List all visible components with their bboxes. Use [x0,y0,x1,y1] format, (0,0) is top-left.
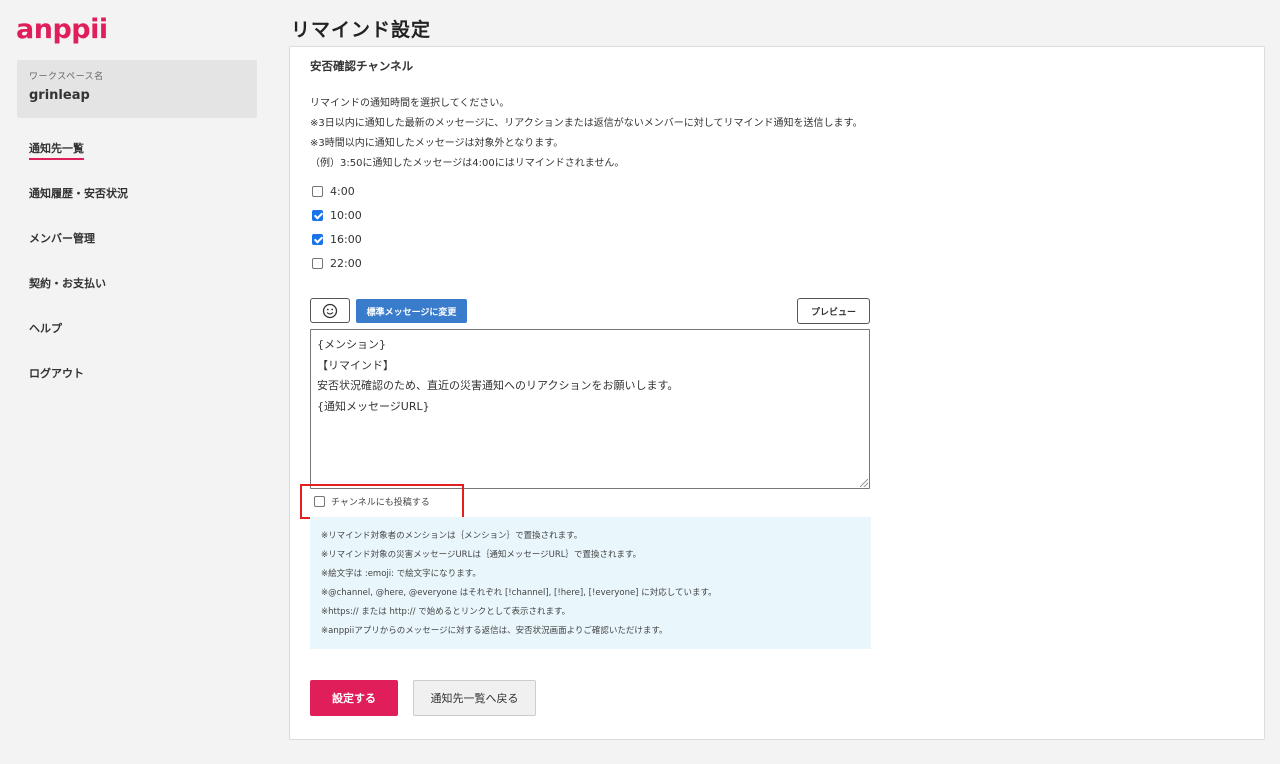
workspace-label: ワークスペース名 [29,72,104,82]
workspace-name: grinleap [29,88,90,103]
sidebar-item-member-management[interactable]: メンバー管理 [29,230,95,246]
description-line: リマインドの通知時間を選択してください。 [310,98,510,109]
message-line: {メンション} [317,338,386,351]
description-line: ※3日以内に通知した最新のメッセージに、リアクションまたは返信がないメンバーに対… [310,118,863,129]
description: リマインドの通知時間を選択してください。 ※3日以内に通知した最新のメッセージに… [310,94,862,174]
time-option-4[interactable]: 4:00 [312,185,355,198]
time-checkbox-22[interactable] [312,258,323,269]
sidebar-item-notification-history[interactable]: 通知履歴・安否状況 [29,185,128,201]
emoji-button[interactable] [310,298,350,323]
post-to-channel-label: チャンネルにも投稿する [331,498,430,508]
note-line: ※リマインド対象の災害メッセージURLは｛通知メッセージURL｝で置換されます。 [321,550,642,560]
time-checkbox-16[interactable] [312,234,323,245]
post-to-channel-option[interactable]: チャンネルにも投稿する [300,484,464,519]
time-option-10[interactable]: 10:00 [312,209,362,222]
time-option-16[interactable]: 16:00 [312,233,362,246]
sidebar-item-contract-payment[interactable]: 契約・お支払い [29,275,106,291]
note-line: ※絵文字は :emoji: で絵文字になります。 [321,569,481,579]
note-line: ※@channel, @here, @everyone はそれぞれ [!chan… [321,588,717,598]
resize-handle[interactable] [860,479,868,487]
time-option-22[interactable]: 22:00 [312,257,362,270]
message-line: 【リマインド】 [317,358,394,372]
message-textarea[interactable]: {メンション} 【リマインド】 安否状況確認のため、直近の災害通知へのリアクショ… [310,329,870,489]
description-line: （例）3:50に通知したメッセージは4:00にはリマインドされません。 [310,158,625,169]
sidebar-item-notification-targets[interactable]: 通知先一覧 [29,140,84,160]
sidebar-item-help[interactable]: ヘルプ [29,320,62,336]
time-checkbox-4[interactable] [312,186,323,197]
post-to-channel-checkbox[interactable] [314,496,325,507]
notes-box: ※リマインド対象者のメンションは｛メンション｝で置換されます。 ※リマインド対象… [310,517,871,649]
submit-button[interactable]: 設定する [310,680,398,716]
standard-message-button[interactable]: 標準メッセージに変更 [356,299,467,323]
note-line: ※anppiiアプリからのメッセージに対する返信は、安否状況画面よりご確認いただ… [321,626,668,636]
app-logo[interactable]: anppii [16,14,108,45]
sidebar-item-logout[interactable]: ログアウト [29,365,84,381]
time-checkbox-10[interactable] [312,210,323,221]
note-line: ※リマインド対象者のメンションは｛メンション｝で置換されます。 [321,531,583,541]
message-line: 安否状況確認のため、直近の災害通知へのリアクションをお願いします。 [317,379,679,392]
page-title: リマインド設定 [291,19,432,41]
time-label: 4:00 [330,185,355,198]
note-line: ※https:// または http:// で始めるとリンクとして表示されます。 [321,607,571,617]
back-button[interactable]: 通知先一覧へ戻る [413,680,536,716]
preview-button[interactable]: プレビュー [797,298,870,324]
time-label: 16:00 [330,233,362,246]
smiley-icon [322,303,338,318]
time-label: 22:00 [330,257,362,270]
settings-card: 安否確認チャンネル リマインドの通知時間を選択してください。 ※3日以内に通知し… [289,46,1265,740]
message-line: {通知メッセージURL} [317,399,430,413]
workspace-panel: ワークスペース名 grinleap [17,60,257,118]
description-line: ※3時間以内に通知したメッセージは対象外となります。 [310,138,564,149]
time-label: 10:00 [330,209,362,222]
section-title: 安否確認チャンネル [310,59,414,73]
